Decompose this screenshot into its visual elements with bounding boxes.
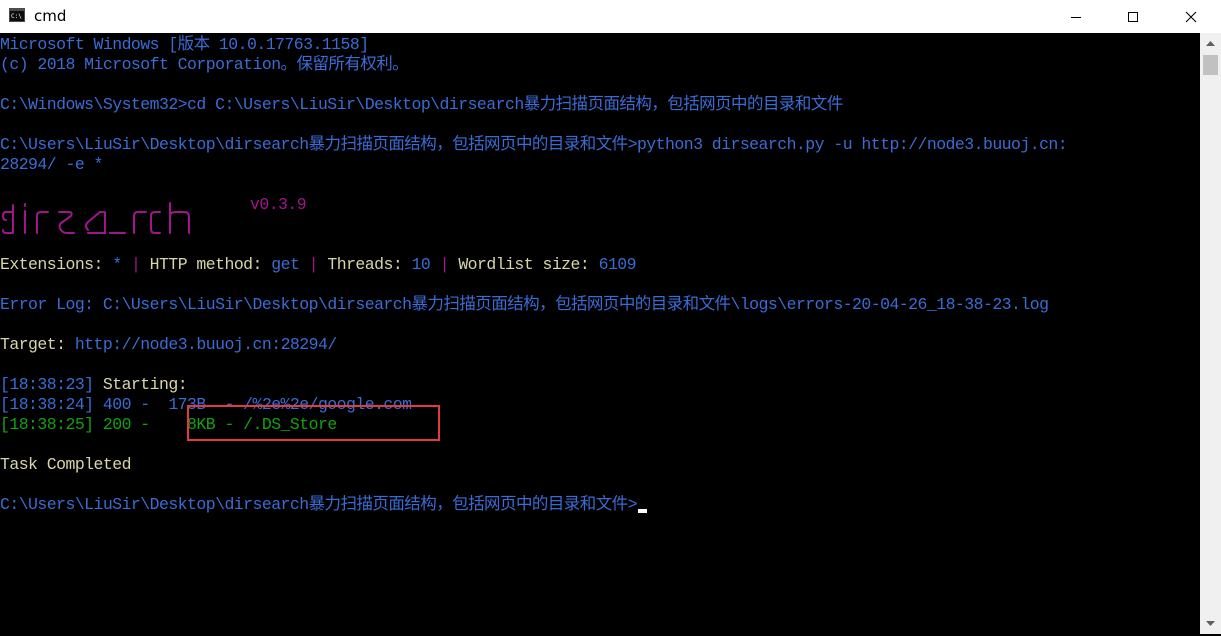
separator: | [121, 255, 150, 274]
extensions-value: * [112, 255, 122, 274]
extensions-label: Extensions: [0, 255, 113, 274]
error-log-label: Error Log: [0, 295, 103, 314]
dirsearch-version: v0.3.9 [250, 195, 307, 214]
text-cursor [637, 509, 647, 513]
separator: | [430, 255, 459, 274]
prompt-line[interactable]: C:\Users\LiuSir\Desktop\dirsearch暴力扫描页面结… [0, 495, 647, 515]
vertical-scrollbar[interactable] [1200, 33, 1221, 634]
console-line-python-command: C:\Users\LiuSir\Desktop\dirsearch暴力扫描页面结… [0, 135, 1068, 154]
window-title: cmd [34, 7, 67, 25]
close-icon [1185, 11, 1197, 22]
scroll-up-button[interactable] [1200, 33, 1221, 54]
target-line: Target: http://node3.buuoj.cn:28294/ [0, 335, 337, 355]
cmd-window: C:\ cmd Microsoft Windows [版本 10.0.17763… [0, 0, 1221, 636]
title-bar[interactable]: C:\ cmd [0, 0, 1221, 33]
threads-value: 10 [411, 255, 431, 274]
console-line-cd-command: C:\Windows\System32>cd C:\Users\LiuSir\D… [0, 95, 843, 114]
chevron-up-icon [1206, 40, 1215, 46]
maximize-icon [1128, 11, 1138, 22]
starting-text: Starting: [102, 375, 188, 394]
target-label: Target: [0, 335, 75, 354]
cmd-icon: C:\ [9, 8, 25, 22]
highlight-box [187, 405, 440, 441]
console-output[interactable]: Microsoft Windows [版本 10.0.17763.1158] (… [0, 33, 1200, 633]
minimize-icon [1071, 16, 1081, 18]
http-method-value: get [271, 255, 300, 274]
http-method-label: HTTP method: [149, 255, 272, 274]
separator: | [299, 255, 328, 274]
error-log-path: C:\Users\LiuSir\Desktop\dirsearch暴力扫描页面结… [102, 295, 1049, 314]
minimize-button[interactable] [1047, 0, 1105, 33]
console-line-python-command-wrap: 28294/ -e * [0, 155, 103, 174]
dirsearch-logo [1, 202, 190, 234]
task-completed-line: Task Completed [0, 455, 131, 474]
error-log-line: Error Log: C:\Users\LiuSir\Desktop\dirse… [0, 295, 1049, 315]
wordlist-size-label: Wordlist size: [458, 255, 599, 274]
result-prefix: [18:38:25] 200 - [0, 415, 188, 434]
maximize-button[interactable] [1104, 0, 1162, 33]
chevron-down-icon [1206, 620, 1215, 626]
close-button[interactable] [1162, 0, 1220, 33]
svg-text:C:\: C:\ [11, 13, 22, 20]
config-summary-line: Extensions: * | HTTP method: get | Threa… [0, 255, 637, 275]
scrollbar-thumb[interactable] [1203, 55, 1218, 75]
threads-label: Threads: [327, 255, 412, 274]
prompt-text: C:\Users\LiuSir\Desktop\dirsearch暴力扫描页面结… [0, 495, 638, 514]
starting-line: [18:38:23] Starting: [0, 375, 188, 395]
console-line-copyright: (c) 2018 Microsoft Corporation。保留所有权利。 [0, 55, 409, 74]
wordlist-size-value: 6109 [598, 255, 637, 274]
console-line-version: Microsoft Windows [版本 10.0.17763.1158] [0, 35, 369, 54]
target-url: http://node3.buuoj.cn:28294/ [74, 335, 337, 354]
starting-timestamp: [18:38:23] [0, 375, 103, 394]
scroll-down-button[interactable] [1200, 613, 1221, 634]
